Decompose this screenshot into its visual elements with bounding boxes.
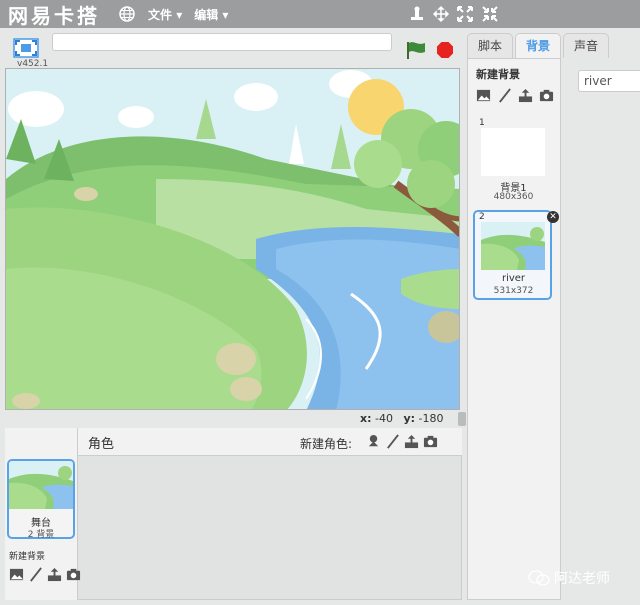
menu-file[interactable]: 文件 ▾	[148, 6, 182, 23]
green-flag-icon[interactable]	[405, 40, 427, 60]
backdrop-size: 480x360	[493, 192, 534, 202]
new-backdrop-buttons	[476, 88, 554, 103]
backdrop-thumbnail	[481, 222, 545, 270]
app-logo[interactable]: 网易卡搭	[8, 0, 100, 29]
new-sprite-label: 新建角色:	[300, 437, 353, 451]
globe-icon[interactable]	[118, 5, 136, 23]
project-title-input[interactable]	[52, 33, 392, 51]
menu-edit[interactable]: 编辑 ▾	[194, 6, 228, 23]
stamp-icon[interactable]	[408, 5, 426, 23]
new-backdrop-buttons-left	[9, 567, 81, 582]
watermark-text: 阿达老师	[554, 571, 610, 587]
backdrop-library-icon[interactable]	[9, 567, 24, 582]
upload-icon[interactable]	[518, 88, 533, 103]
stop-icon[interactable]	[436, 41, 454, 59]
editor-tabs: 脚本 背景 声音	[462, 28, 640, 60]
river-thumbnail-image	[481, 222, 545, 270]
backdrop-item[interactable]: 1 背景1 480x360	[476, 118, 551, 206]
paint-brush-icon[interactable]	[497, 88, 512, 103]
x-label: x:	[360, 412, 372, 425]
stage-thumbnail-image	[9, 461, 73, 509]
fullscreen-icon[interactable]	[13, 38, 39, 58]
shrink-icon[interactable]	[481, 5, 499, 23]
menu-file-label: 文件	[148, 7, 173, 22]
camera-icon[interactable]	[539, 88, 554, 103]
sprites-title: 角色	[88, 437, 115, 452]
mouse-coords: x: -40 y: -180	[360, 412, 444, 425]
tab-scripts-label: 脚本	[477, 39, 502, 53]
river-backdrop-image	[6, 69, 459, 409]
wechat-icon	[528, 570, 550, 586]
watermark: 阿达老师	[528, 568, 610, 588]
stage[interactable]	[5, 68, 460, 410]
collapse-stage-handle[interactable]	[458, 412, 466, 426]
grow-icon[interactable]	[456, 5, 474, 23]
paint-brush-icon[interactable]	[385, 434, 400, 449]
cut-icon[interactable]	[432, 5, 450, 23]
tab-backdrops[interactable]: 背景	[515, 33, 561, 60]
new-backdrop-title: 新建背景	[476, 68, 520, 81]
backdrop-item-content: 2 river 531x372	[476, 212, 551, 300]
y-label: y:	[403, 412, 416, 425]
y-value: -180	[418, 412, 444, 425]
backdrop-name-input[interactable]: river	[578, 70, 640, 92]
tab-sounds[interactable]: 声音	[563, 33, 609, 58]
backdrop-thumbnail	[481, 128, 545, 176]
paint-brush-icon[interactable]	[28, 567, 43, 582]
camera-icon[interactable]	[66, 567, 81, 582]
camera-icon[interactable]	[423, 434, 438, 449]
sprite-library-icon[interactable]	[366, 434, 381, 449]
tab-scripts[interactable]: 脚本	[467, 33, 513, 58]
stage-thumb-count: 2 背景	[27, 530, 55, 540]
backdrop-name: river	[501, 273, 526, 284]
backdrop-number: 2	[479, 212, 485, 222]
paint-editor	[562, 58, 640, 600]
upload-icon[interactable]	[47, 567, 62, 582]
tab-backdrops-label: 背景	[525, 39, 550, 53]
backdrop-size: 531x372	[493, 286, 534, 296]
menu-bar: 网易卡搭 文件 ▾ 编辑 ▾	[0, 0, 640, 28]
upload-icon[interactable]	[404, 434, 419, 449]
new-sprite-buttons	[366, 434, 438, 449]
menu-edit-label: 编辑	[194, 7, 219, 22]
new-backdrop-label: 新建背景	[9, 552, 46, 562]
x-value: -40	[375, 412, 393, 425]
delete-backdrop-icon[interactable]: ✕	[547, 211, 559, 223]
backdrop-library-icon[interactable]	[476, 88, 491, 103]
backdrop-number: 1	[479, 118, 485, 128]
tab-sounds-label: 声音	[573, 39, 598, 53]
